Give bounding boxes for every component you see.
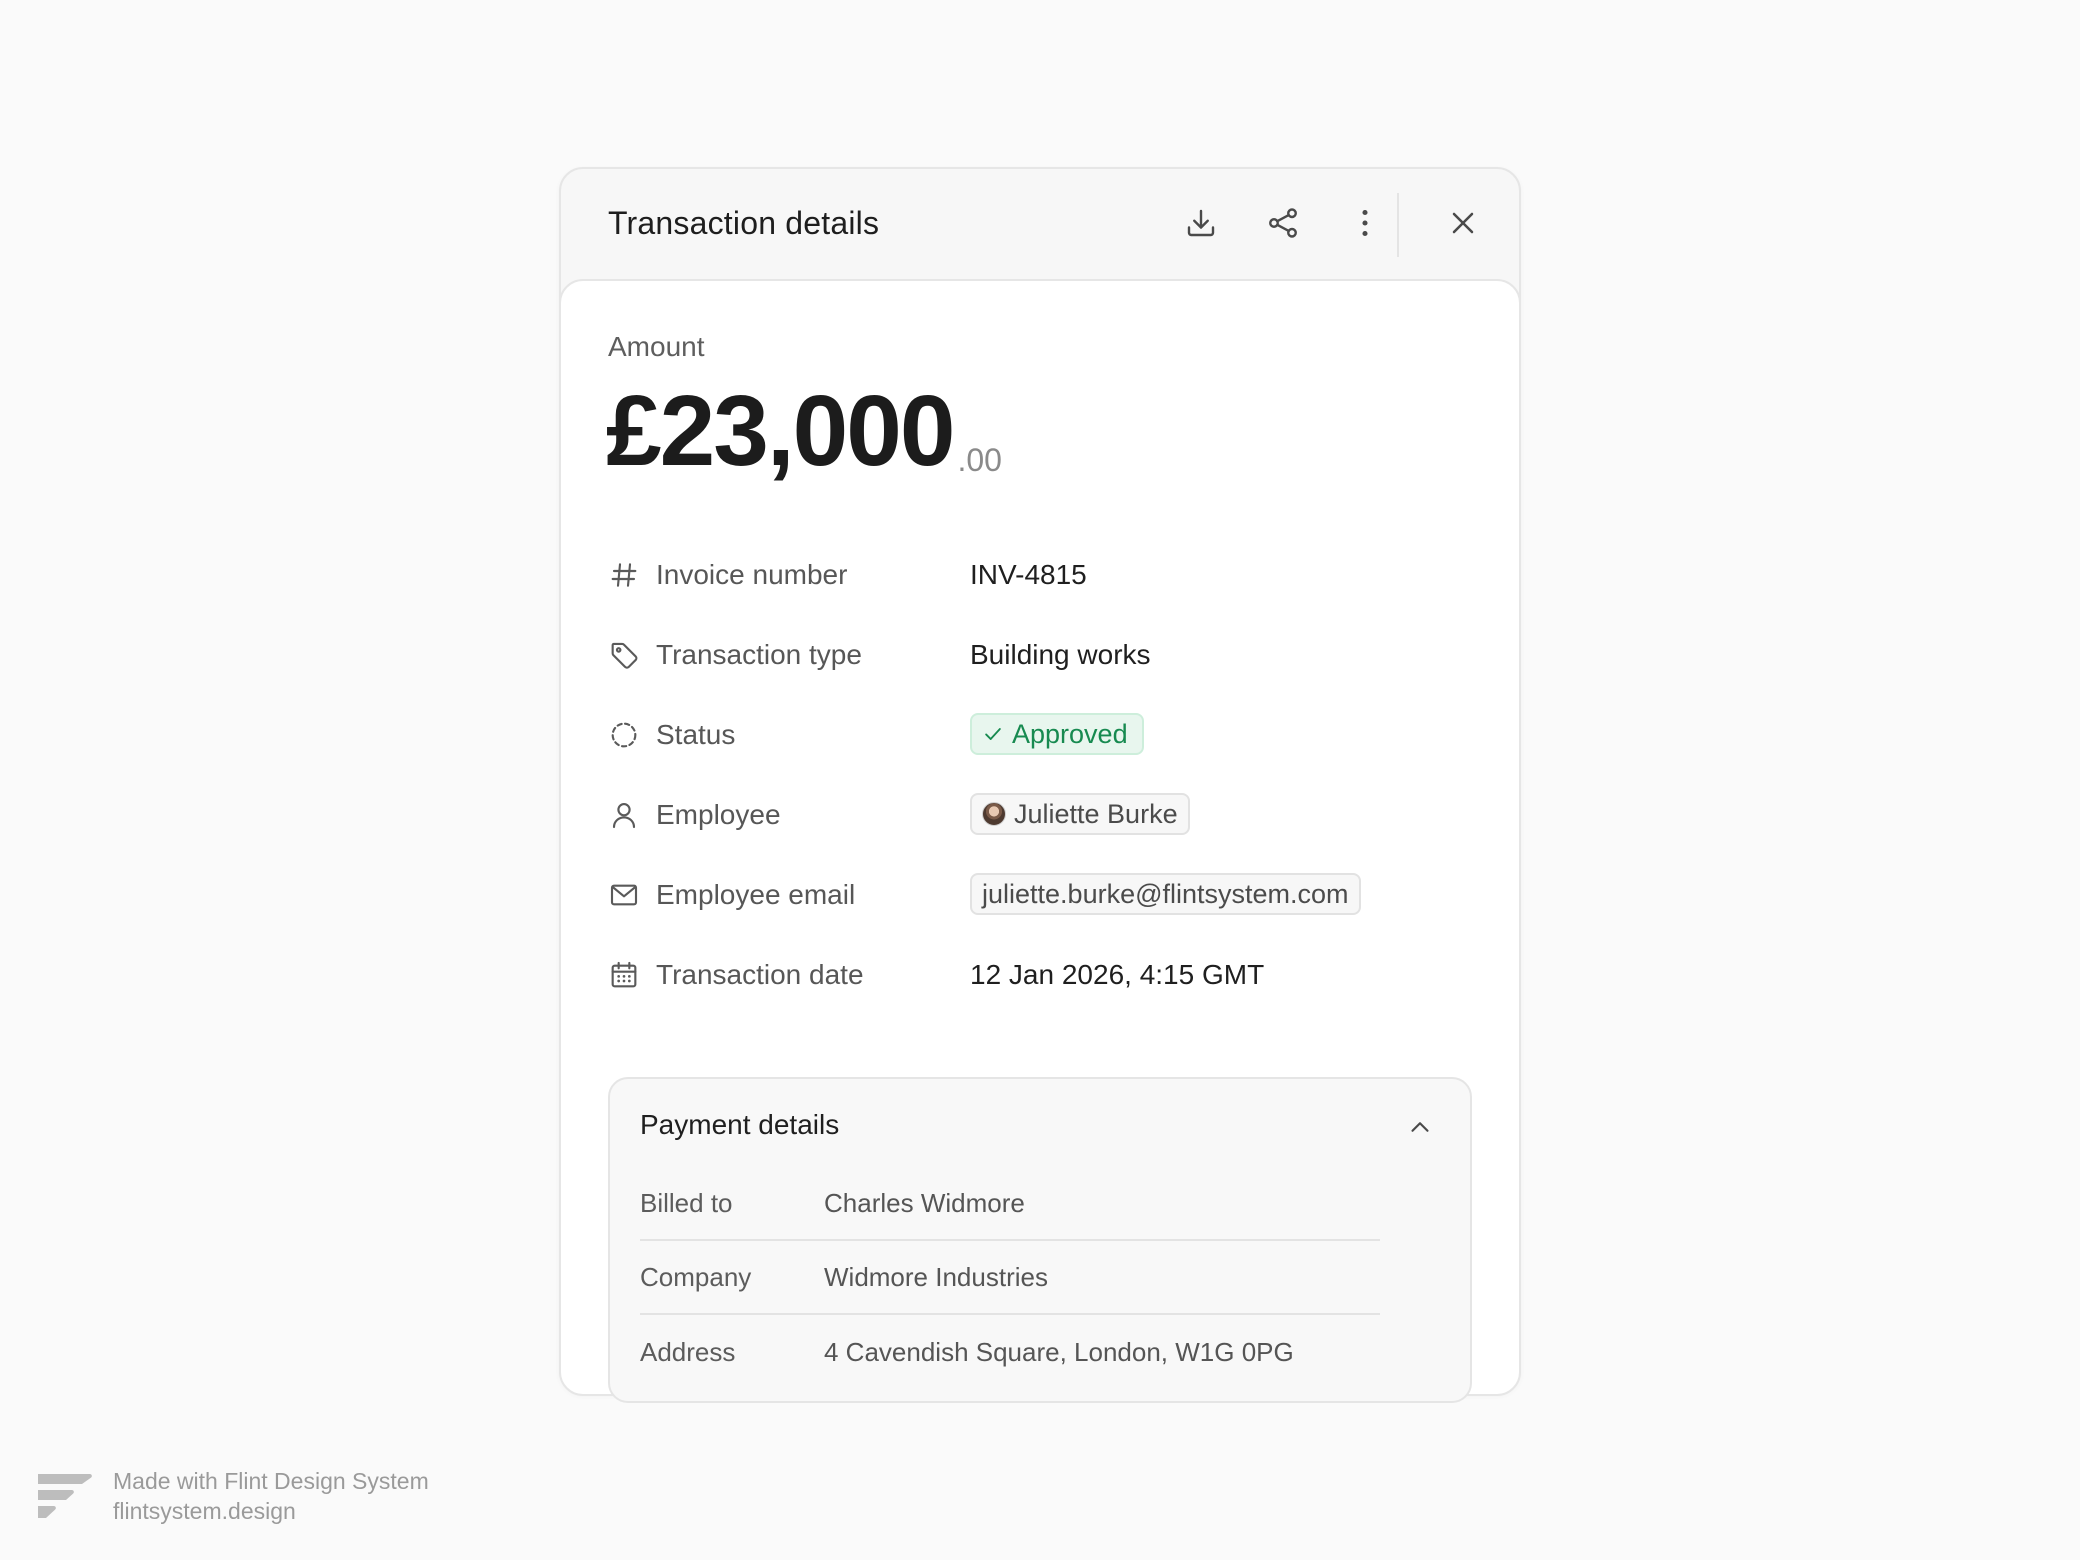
employee-email: juliette.burke@flintsystem.com: [982, 878, 1349, 909]
field-transaction-type: Transaction type Building works: [608, 625, 1468, 685]
chevron-up-icon: [1411, 1122, 1429, 1132]
panel-header: Transaction details: [561, 169, 1519, 281]
payment-row-value: Charles Widmore: [824, 1187, 1025, 1218]
close-button[interactable]: [1435, 195, 1491, 251]
payment-row-value: 4 Cavendish Square, London, W1G 0PG: [824, 1336, 1294, 1367]
amount-cents: .00: [957, 442, 1002, 478]
user-icon: [608, 799, 640, 831]
close-icon: [1452, 212, 1474, 234]
panel-title: Transaction details: [608, 205, 880, 241]
payment-details-title: Payment details: [640, 1109, 840, 1140]
mail-icon: [608, 879, 640, 911]
field-employee: Employee Juliette Burke: [608, 785, 1468, 845]
more-vertical-icon: [1362, 209, 1368, 237]
amount-main: £23,000: [606, 375, 955, 487]
field-status: Status Approved: [608, 705, 1468, 765]
collapse-payment-details-button[interactable]: [1396, 1105, 1444, 1149]
employee-email-chip[interactable]: juliette.burke@flintsystem.com: [970, 873, 1361, 915]
hash-icon: [608, 559, 640, 591]
download-button[interactable]: [1173, 195, 1229, 251]
transaction-details-panel: Transaction details Amount £23,000 .00 I…: [559, 167, 1521, 1403]
footer-link[interactable]: flintsystem.design: [113, 1498, 296, 1525]
field-label: Transaction date: [656, 959, 864, 990]
amount-value: £23,000 .00: [606, 371, 1002, 481]
payment-row-label: Company: [640, 1261, 752, 1292]
field-transaction-date: Transaction date 12 Jan 2026, 4:15 GMT: [608, 945, 1468, 1005]
payment-row-address: Address 4 Cavendish Square, London, W1G …: [640, 1315, 1380, 1389]
payment-row-label: Address: [640, 1336, 736, 1367]
field-label: Employee email: [656, 879, 856, 910]
payment-row-billed-to: Billed to Charles Widmore: [640, 1167, 1380, 1241]
payment-row-company: Company Widmore Industries: [640, 1241, 1380, 1315]
field-value: INV-4815: [970, 559, 1087, 590]
payment-details-section: Payment details Billed to Charles Widmor…: [608, 1077, 1472, 1403]
field-label: Status: [656, 719, 736, 750]
status-badge-label: Approved: [1012, 718, 1128, 749]
payment-row-label: Billed to: [640, 1187, 733, 1218]
status-dashed-circle-icon: [608, 719, 640, 751]
field-invoice-number: Invoice number INV-4815: [608, 545, 1468, 605]
field-label: Transaction type: [656, 639, 862, 670]
more-options-button[interactable]: [1337, 195, 1393, 251]
employee-name: Juliette Burke: [1014, 798, 1178, 829]
field-label: Invoice number: [656, 559, 848, 590]
amount-label: Amount: [608, 331, 705, 362]
status-badge: Approved: [970, 713, 1144, 755]
panel-body: Amount £23,000 .00 Invoice number INV-48…: [559, 279, 1521, 1403]
check-icon: [985, 728, 1001, 740]
download-icon: [1187, 209, 1215, 237]
calendar-icon: [608, 959, 640, 991]
flint-logo-icon: [38, 1474, 92, 1518]
employee-chip[interactable]: Juliette Burke: [970, 793, 1190, 835]
avatar: [982, 802, 1006, 826]
share-button[interactable]: [1255, 195, 1311, 251]
field-value: 12 Jan 2026, 4:15 GMT: [970, 959, 1265, 990]
field-label: Employee: [656, 799, 781, 830]
header-divider: [1397, 193, 1399, 257]
field-value: Building works: [970, 639, 1151, 670]
footer-made-with: Made with Flint Design System: [113, 1468, 429, 1494]
field-employee-email: Employee email juliette.burke@flintsyste…: [608, 865, 1468, 925]
payment-row-value: Widmore Industries: [824, 1261, 1048, 1292]
tag-icon: [608, 639, 640, 671]
share-icon: [1269, 208, 1297, 238]
